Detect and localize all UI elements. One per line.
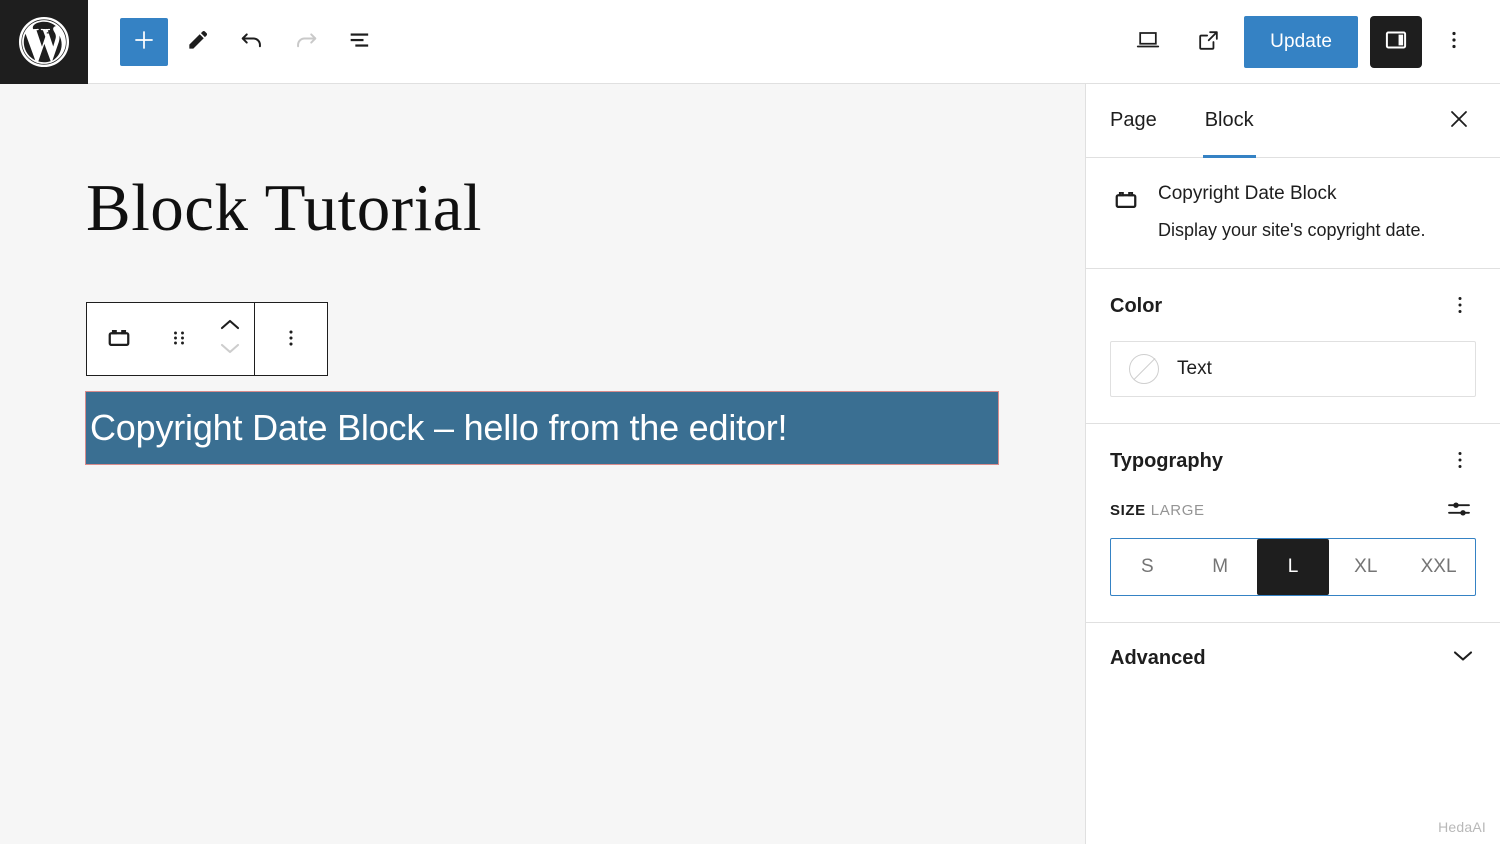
- editor-canvas[interactable]: Block Tutorial: [0, 84, 1086, 844]
- editor-header: Update: [0, 0, 1500, 84]
- chevron-up-icon[interactable]: [219, 318, 241, 336]
- font-size-key: SIZE: [1110, 502, 1146, 519]
- document-overview-button[interactable]: [336, 18, 384, 66]
- vertical-dots-icon: [288, 326, 294, 353]
- font-size-option-s[interactable]: S: [1111, 539, 1184, 595]
- block-drag-handle[interactable]: [151, 303, 206, 375]
- vertical-dots-icon: [1457, 449, 1463, 474]
- block-inserter-button[interactable]: [120, 18, 168, 66]
- font-size-options: S M L XL XXL: [1110, 538, 1476, 596]
- header-right-toolbar: Update: [1124, 0, 1500, 83]
- redo-arrow-icon: [292, 26, 320, 57]
- vertical-dots-icon: [1451, 28, 1457, 55]
- color-section-title: Color: [1110, 295, 1162, 318]
- tools-edit-button[interactable]: [174, 18, 222, 66]
- lego-block-icon: [104, 323, 134, 356]
- color-section-header: Color: [1110, 291, 1476, 323]
- editor-options-button[interactable]: [1434, 18, 1474, 66]
- chevron-down-icon[interactable]: [219, 342, 241, 360]
- block-card-texts: Copyright Date Block Display your site's…: [1158, 182, 1426, 242]
- preview-external-button[interactable]: [1184, 18, 1232, 66]
- settings-sidebar: Page Block: [1086, 84, 1500, 844]
- block-card: Copyright Date Block Display your site's…: [1086, 158, 1500, 269]
- color-section-options-button[interactable]: [1444, 291, 1476, 323]
- wordpress-logo-button[interactable]: [0, 0, 88, 84]
- color-section: Color Text: [1086, 269, 1500, 424]
- typography-section-options-button[interactable]: [1444, 446, 1476, 478]
- font-size-option-xxl[interactable]: XXL: [1402, 539, 1475, 595]
- external-link-icon: [1195, 27, 1222, 57]
- font-size-option-m[interactable]: M: [1184, 539, 1257, 595]
- close-x-icon: [1448, 108, 1470, 133]
- header-spacer: [384, 0, 1124, 83]
- sidebar-panel-icon: [1382, 26, 1410, 57]
- no-color-circle-icon: [1129, 354, 1159, 384]
- tab-page[interactable]: Page: [1110, 84, 1157, 157]
- typography-section: Typography SIZE LARGE: [1086, 424, 1500, 623]
- lego-block-icon: [1110, 182, 1142, 242]
- color-text-label: Text: [1177, 358, 1212, 380]
- update-button[interactable]: Update: [1244, 16, 1358, 68]
- sidebar-toggle-button[interactable]: [1370, 16, 1422, 68]
- page-title[interactable]: Block Tutorial: [86, 172, 482, 246]
- block-toolbar: [86, 302, 328, 376]
- undo-arrow-icon: [238, 26, 266, 57]
- advanced-section-title: Advanced: [1110, 647, 1206, 670]
- pencil-icon: [185, 27, 211, 56]
- header-left-toolbar: [88, 0, 384, 83]
- selected-block-copyright-date[interactable]: Copyright Date Block – hello from the ed…: [86, 392, 998, 464]
- block-toolbar-options-group: [254, 303, 327, 375]
- drag-dots-icon: [171, 326, 187, 353]
- chevron-down-icon: [1450, 648, 1476, 669]
- list-view-icon: [346, 26, 374, 57]
- font-size-option-xl[interactable]: XL: [1329, 539, 1402, 595]
- advanced-section-toggle[interactable]: Advanced: [1086, 623, 1500, 695]
- block-mover[interactable]: [206, 303, 254, 375]
- plus-icon: [131, 27, 157, 56]
- block-toolbar-main-group: [87, 303, 254, 375]
- block-type-button[interactable]: [87, 303, 151, 375]
- redo-button[interactable]: [282, 18, 330, 66]
- view-device-button[interactable]: [1124, 18, 1172, 66]
- wordpress-block-editor: Update: [0, 0, 1500, 844]
- color-text-row[interactable]: Text: [1110, 341, 1476, 397]
- vertical-dots-icon: [1457, 294, 1463, 319]
- sidebar-tabs: Page Block: [1086, 84, 1500, 158]
- tab-block[interactable]: Block: [1205, 84, 1254, 157]
- sliders-icon: [1446, 498, 1472, 523]
- block-card-title: Copyright Date Block: [1158, 182, 1426, 207]
- font-size-option-l[interactable]: L: [1257, 539, 1330, 595]
- selected-block-text: Copyright Date Block – hello from the ed…: [90, 410, 787, 446]
- typography-section-header: Typography: [1110, 446, 1476, 478]
- laptop-icon: [1134, 26, 1162, 57]
- block-more-options-button[interactable]: [255, 303, 327, 375]
- undo-button[interactable]: [228, 18, 276, 66]
- wordpress-logo-icon: [16, 14, 72, 70]
- block-card-description: Display your site's copyright date.: [1158, 218, 1426, 242]
- font-size-label-row: SIZE LARGE: [1110, 496, 1476, 526]
- watermark: HedaAI: [1438, 819, 1486, 835]
- typography-section-title: Typography: [1110, 450, 1223, 473]
- font-size-label: SIZE LARGE: [1110, 502, 1205, 519]
- font-size-value: LARGE: [1151, 502, 1205, 519]
- font-size-custom-button[interactable]: [1442, 496, 1476, 526]
- editor-body: Block Tutorial: [0, 84, 1500, 844]
- close-sidebar-button[interactable]: [1442, 104, 1476, 138]
